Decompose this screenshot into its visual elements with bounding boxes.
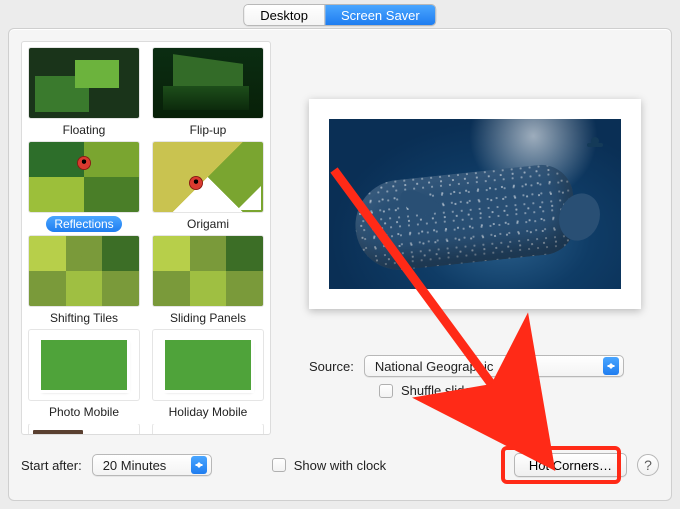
- shuffle-label: Shuffle slide order: [401, 383, 506, 398]
- screensaver-preview: [309, 99, 641, 309]
- updown-arrows-icon: [603, 357, 619, 375]
- saver-label: Reflections: [46, 216, 121, 232]
- show-clock-label: Show with clock: [294, 458, 386, 473]
- saver-thumb-reflections: [29, 142, 139, 212]
- saver-thumb-partial: [29, 424, 139, 435]
- saver-label: Holiday Mobile: [161, 404, 256, 420]
- saver-label: Shifting Tiles: [42, 310, 126, 326]
- saver-thumb-flipup: [153, 48, 263, 118]
- help-icon: ?: [644, 457, 652, 473]
- saver-label: Floating: [55, 122, 114, 138]
- saver-label: Photo Mobile: [41, 404, 127, 420]
- source-label: Source:: [309, 359, 354, 374]
- saver-thumb-holiday-mobile: [153, 330, 263, 400]
- preview-image: [329, 119, 621, 289]
- start-after-label: Start after:: [21, 458, 82, 473]
- saver-flipup[interactable]: Flip-up: [152, 48, 264, 138]
- saver-origami[interactable]: Origami: [152, 142, 264, 232]
- shuffle-checkbox[interactable]: [379, 384, 393, 398]
- saver-thumb-floating: [29, 48, 139, 118]
- source-popup[interactable]: National Geographic: [364, 355, 624, 377]
- help-button[interactable]: ?: [637, 454, 659, 476]
- screensaver-list[interactable]: Floating Flip-up Reflections Origami: [21, 41, 271, 435]
- saver-label: Flip-up: [182, 122, 235, 138]
- saver-label: Origami: [179, 216, 237, 232]
- saver-label: Sliding Panels: [162, 310, 254, 326]
- updown-arrows-icon: [191, 456, 207, 474]
- saver-thumb-sliding: [153, 236, 263, 306]
- tab-desktop[interactable]: Desktop: [244, 5, 324, 25]
- saver-holiday-mobile[interactable]: Holiday Mobile: [152, 330, 264, 420]
- saver-thumb-partial: [153, 424, 263, 435]
- start-after-popup[interactable]: 20 Minutes: [92, 454, 212, 476]
- shuffle-row: Shuffle slide order: [379, 383, 506, 398]
- saver-partial-b[interactable]: [152, 424, 264, 435]
- saver-photo-mobile[interactable]: Photo Mobile: [28, 330, 140, 420]
- source-row: Source: National Geographic: [309, 355, 624, 377]
- saver-thumb-photo-mobile: [29, 330, 139, 400]
- tab-segmented-control: Desktop Screen Saver: [243, 4, 436, 26]
- saver-sliding-panels[interactable]: Sliding Panels: [152, 236, 264, 326]
- hot-corners-button[interactable]: Hot Corners…: [514, 453, 627, 477]
- saver-reflections[interactable]: Reflections: [28, 142, 140, 232]
- bottom-bar: Start after: 20 Minutes Show with clock …: [21, 442, 659, 488]
- preferences-pane: Floating Flip-up Reflections Origami: [8, 28, 672, 501]
- saver-shifting-tiles[interactable]: Shifting Tiles: [28, 236, 140, 326]
- source-value: National Geographic: [375, 359, 494, 374]
- saver-partial-a[interactable]: [28, 424, 140, 435]
- tab-screen-saver[interactable]: Screen Saver: [324, 5, 436, 25]
- saver-thumb-origami: [153, 142, 263, 212]
- show-clock-checkbox[interactable]: [272, 458, 286, 472]
- saver-thumb-shifting: [29, 236, 139, 306]
- start-after-value: 20 Minutes: [103, 458, 167, 473]
- saver-floating[interactable]: Floating: [28, 48, 140, 138]
